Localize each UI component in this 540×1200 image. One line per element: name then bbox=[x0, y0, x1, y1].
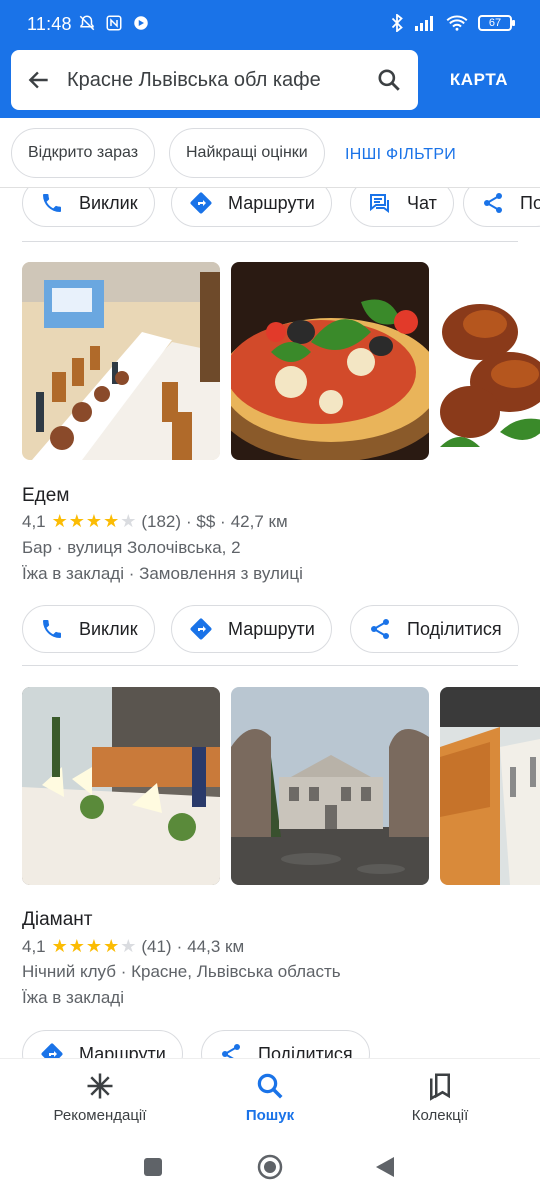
bell-off-icon bbox=[79, 15, 95, 31]
share-button[interactable]: Поділитися bbox=[350, 605, 519, 653]
signal-icon bbox=[415, 16, 433, 31]
distance: 44,3 км bbox=[187, 936, 245, 956]
directions-icon bbox=[41, 1043, 63, 1058]
call-label: Виклик bbox=[79, 192, 138, 213]
place-photo-pizza[interactable] bbox=[231, 262, 429, 460]
directions-icon bbox=[190, 192, 212, 214]
arrow-back-icon bbox=[28, 71, 48, 89]
wifi-icon bbox=[446, 15, 468, 31]
divider bbox=[22, 241, 518, 242]
back-nav-icon[interactable] bbox=[374, 1155, 396, 1179]
nav-search-label: Пошук bbox=[245, 1107, 295, 1124]
battery-indicator: 67 bbox=[478, 15, 515, 31]
place-photo-chicken-wings[interactable] bbox=[440, 262, 540, 460]
place-services: Їжа в закладі · Замовлення з вулиці bbox=[22, 564, 303, 583]
status-time: 11:48 bbox=[27, 14, 72, 34]
search-button[interactable] bbox=[360, 50, 418, 110]
nfc-icon bbox=[106, 15, 122, 31]
chat-icon bbox=[370, 194, 389, 213]
place-photo-restaurant-table[interactable] bbox=[22, 687, 220, 885]
search-input[interactable]: Красне Львівська обл кафе bbox=[67, 69, 360, 92]
place-details: Бар · вулиця Золочівська, 2 bbox=[22, 538, 241, 557]
bookmarks-icon bbox=[430, 1073, 450, 1101]
separator: · bbox=[176, 936, 183, 956]
rating-value: 4,1 bbox=[22, 511, 46, 531]
more-filters-link[interactable]: ІНШІ ФІЛЬТРИ bbox=[345, 146, 456, 164]
nav-saved-label: Колекції bbox=[411, 1107, 469, 1124]
directions-label: Маршрути bbox=[228, 618, 315, 639]
chat-label: Чат bbox=[407, 192, 437, 213]
share-label: По bbox=[520, 192, 540, 213]
nav-explore-label: Рекомендації bbox=[53, 1107, 147, 1124]
star-icon: ★ bbox=[85, 936, 103, 956]
back-button[interactable] bbox=[11, 50, 67, 110]
directions-button[interactable]: Маршрути bbox=[171, 188, 332, 227]
place-photo-interior[interactable] bbox=[440, 687, 540, 885]
nav-search[interactable]: Пошук bbox=[180, 1059, 360, 1143]
home-icon[interactable] bbox=[256, 1153, 284, 1181]
star-icon: ★ bbox=[68, 936, 85, 956]
place-details: Нічний клуб · Красне, Львівська область bbox=[22, 962, 341, 981]
share-label: Поділитися bbox=[258, 1043, 353, 1059]
share-icon bbox=[371, 619, 389, 639]
phone-icon bbox=[43, 620, 61, 638]
status-bar: 11:48 67 bbox=[0, 0, 540, 44]
nav-saved[interactable]: Колекції bbox=[350, 1059, 530, 1143]
share-icon bbox=[484, 193, 502, 213]
star-icon: ★ bbox=[120, 936, 137, 956]
directions-label: Маршрути bbox=[79, 1043, 166, 1059]
rating-row: 4,1 ★★★★★ (182) · $$ · 42,7 км bbox=[22, 511, 288, 532]
star-icon: ★ bbox=[120, 511, 137, 531]
place-services: Їжа в закладі bbox=[22, 988, 124, 1007]
share-button[interactable]: Поділитися bbox=[201, 1030, 370, 1058]
review-count: (182) bbox=[141, 511, 182, 531]
price-level: · $$ · bbox=[186, 511, 226, 531]
call-button[interactable]: Виклик bbox=[22, 605, 155, 653]
directions-button[interactable]: Маршрути bbox=[171, 605, 332, 653]
bluetooth-icon bbox=[391, 14, 403, 32]
divider bbox=[22, 665, 518, 666]
call-button[interactable]: Виклик bbox=[22, 188, 155, 227]
sparkle-icon bbox=[87, 1073, 113, 1099]
place-name[interactable]: Едем bbox=[22, 485, 69, 507]
directions-button[interactable]: Маршрути bbox=[22, 1030, 183, 1058]
share-button[interactable]: По bbox=[463, 188, 540, 227]
nav-explore[interactable]: Рекомендації bbox=[10, 1059, 190, 1143]
recents-icon[interactable] bbox=[142, 1156, 164, 1178]
star-icon: ★ bbox=[103, 511, 120, 531]
filter-bar: Відкрито зараз Найкращі оцінки ІНШІ ФІЛЬ… bbox=[0, 118, 540, 188]
directions-icon bbox=[190, 618, 212, 640]
chip-open-now[interactable]: Відкрито зараз bbox=[11, 128, 156, 178]
rating-row: 4,1 ★★★★★ (41) · 44,3 км bbox=[22, 936, 244, 957]
star-icon: ★ bbox=[68, 511, 85, 531]
place-photo-banquet-hall[interactable] bbox=[22, 262, 220, 460]
call-label: Виклик bbox=[79, 618, 138, 639]
star-icon: ★ bbox=[85, 511, 103, 531]
star-icon: ★ bbox=[51, 511, 68, 531]
place-name[interactable]: Діамант bbox=[22, 909, 92, 931]
review-count: (41) bbox=[141, 936, 172, 956]
star-icon: ★ bbox=[103, 936, 120, 956]
rating-value: 4,1 bbox=[22, 936, 46, 956]
search-icon bbox=[378, 69, 400, 91]
system-navigation-bar bbox=[0, 1142, 540, 1200]
search-bar[interactable]: Красне Львівська обл кафе bbox=[11, 50, 418, 110]
chip-top-rated[interactable]: Найкращі оцінки bbox=[169, 128, 325, 178]
search-icon bbox=[257, 1073, 283, 1099]
results-list[interactable]: Виклик Маршрути Чат По Едем 4,1 ★★★★★ (1… bbox=[0, 188, 540, 1058]
rating-stars: ★★★★★ bbox=[52, 936, 138, 957]
chat-button[interactable]: Чат bbox=[350, 188, 454, 227]
share-icon bbox=[222, 1044, 240, 1058]
app-notification-icon bbox=[134, 16, 148, 30]
place-photo-building[interactable] bbox=[231, 687, 429, 885]
star-icon: ★ bbox=[51, 936, 68, 956]
map-button[interactable]: КАРТА bbox=[432, 60, 526, 100]
directions-label: Маршрути bbox=[228, 192, 315, 213]
distance: 42,7 км bbox=[230, 511, 288, 531]
share-label: Поділитися bbox=[407, 618, 502, 639]
bottom-navigation: Рекомендації Пошук Колекції bbox=[0, 1058, 540, 1142]
phone-icon bbox=[43, 194, 61, 212]
rating-stars: ★★★★★ bbox=[52, 511, 138, 532]
